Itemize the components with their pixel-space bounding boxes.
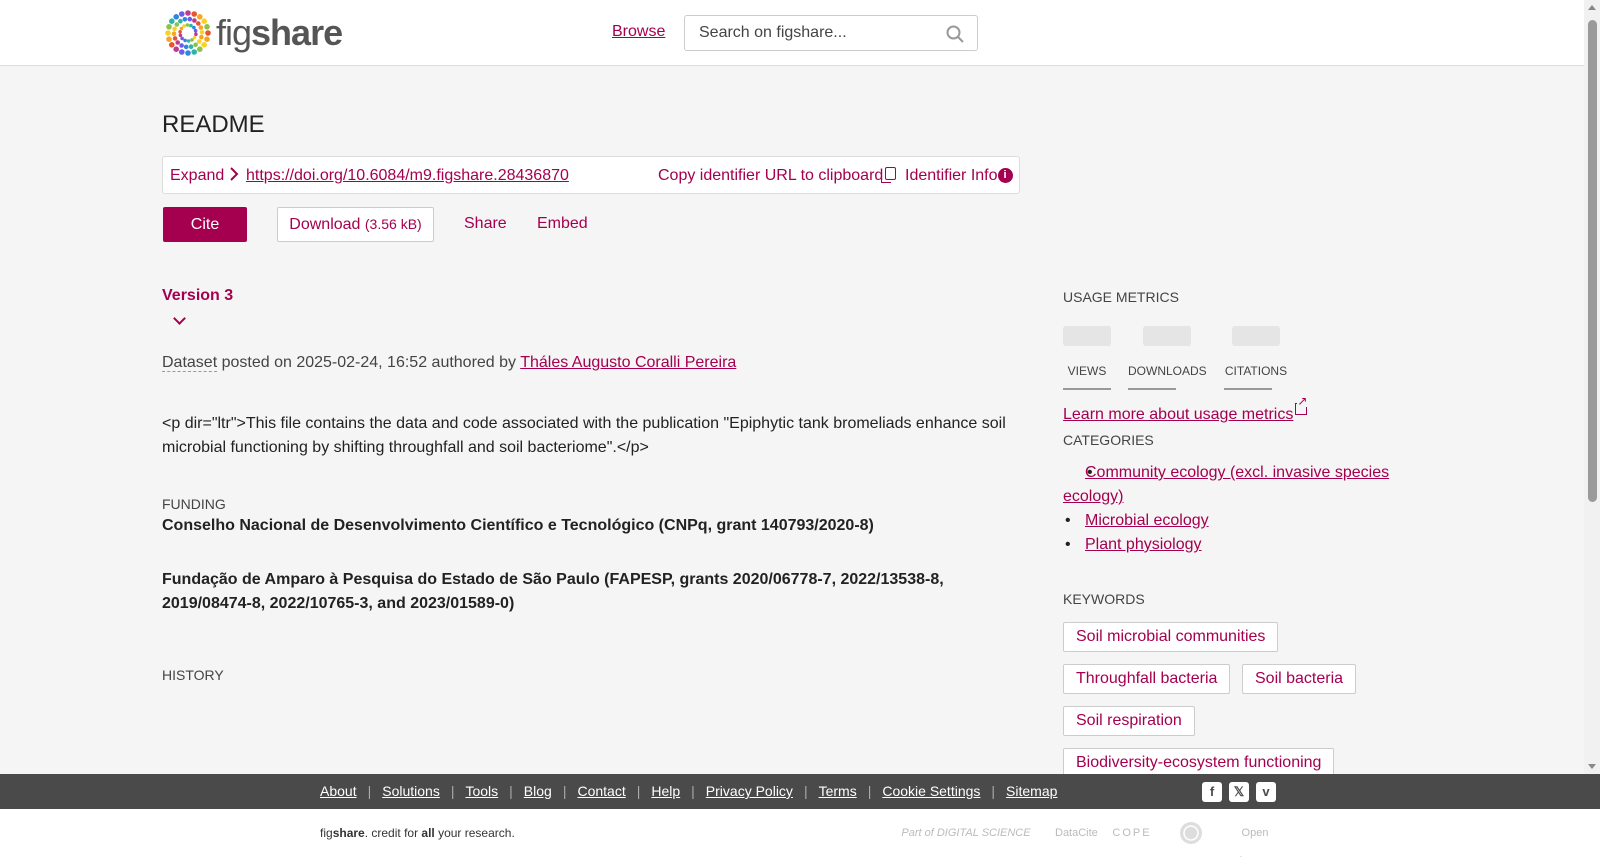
identifier-bar: Expand https://doi.org/10.6084/m9.figsha… bbox=[162, 156, 1020, 194]
footer-link-about[interactable]: About bbox=[320, 783, 357, 799]
metric-value-placeholder bbox=[1063, 326, 1111, 346]
metric-value-placeholder bbox=[1143, 326, 1191, 346]
metric-label: VIEWS bbox=[1067, 364, 1107, 378]
logo-wordmark: figshare bbox=[216, 12, 343, 53]
usage-metrics-heading: USAGE METRICS bbox=[1063, 289, 1179, 305]
list-item: Microbial ecology bbox=[1063, 509, 1403, 533]
scroll-thumb[interactable] bbox=[1588, 20, 1597, 502]
list-item: Plant physiology bbox=[1063, 533, 1403, 557]
footer-link-blog[interactable]: Blog bbox=[524, 783, 552, 799]
identifier-info-button[interactable]: Identifier Info i bbox=[905, 167, 1013, 185]
download-size: (3.56 kB) bbox=[364, 215, 422, 232]
metric-underline bbox=[1128, 388, 1176, 390]
footer-link-terms[interactable]: Terms bbox=[819, 783, 857, 799]
vimeo-icon[interactable]: v bbox=[1256, 782, 1276, 802]
search-input[interactable] bbox=[699, 24, 929, 42]
footer-link-privacy[interactable]: Privacy Policy bbox=[706, 783, 793, 799]
item-type[interactable]: Dataset bbox=[162, 354, 218, 372]
metric-value-placeholder bbox=[1232, 326, 1280, 346]
categories-heading: CATEGORIES bbox=[1063, 432, 1154, 448]
separator: | bbox=[803, 783, 808, 799]
category-link[interactable]: Plant physiology bbox=[1085, 536, 1202, 553]
scroll-down-arrow-icon[interactable] bbox=[1588, 764, 1596, 769]
share-button[interactable]: Share bbox=[464, 215, 507, 233]
keyword-tag[interactable]: Soil microbial communities bbox=[1063, 622, 1279, 652]
funding-item: Conselho Nacional de Desenvolvimento Cie… bbox=[162, 517, 874, 534]
page-scrollbar[interactable] bbox=[1584, 0, 1600, 774]
separator: | bbox=[450, 783, 455, 799]
footer-link-cookie-settings[interactable]: Cookie Settings bbox=[882, 783, 980, 799]
figshare-logo[interactable]: figshare bbox=[162, 7, 343, 59]
seal-icon bbox=[1180, 822, 1202, 844]
footer-credit-bar: figshare. credit for all your research. … bbox=[0, 809, 1600, 857]
list-item: Community ecology (excl. invasive specie… bbox=[1063, 461, 1403, 509]
posted-text: posted on 2025-02-24, 16:52 authored by bbox=[221, 354, 517, 371]
separator: | bbox=[562, 783, 567, 799]
doi-link[interactable]: https://doi.org/10.6084/m9.figshare.2843… bbox=[246, 167, 569, 185]
footer-credit: figshare. credit for all your research. bbox=[320, 826, 515, 840]
site-footer: About | Solutions | Tools | Blog | Contact | … bbox=[0, 774, 1600, 857]
keyword-tag[interactable]: Throughfall bacteria bbox=[1063, 664, 1231, 694]
separator: | bbox=[867, 783, 872, 799]
digital-science-logo[interactable]: Part of DIGITAL SCIENCE bbox=[896, 819, 1036, 847]
expand-button[interactable]: Expand bbox=[170, 167, 239, 185]
metric-underline bbox=[1224, 388, 1272, 390]
chevron-right-icon bbox=[230, 167, 239, 181]
keyword-tag[interactable]: Soil bacteria bbox=[1242, 664, 1357, 694]
metric-underline bbox=[1063, 388, 1111, 390]
cite-button[interactable]: Cite bbox=[163, 207, 247, 242]
cope-logo[interactable]: COPE bbox=[1110, 819, 1154, 847]
search-box[interactable] bbox=[684, 15, 978, 51]
chevron-down-icon[interactable] bbox=[173, 312, 186, 325]
embed-button[interactable]: Embed bbox=[537, 215, 588, 233]
version-selector[interactable]: Version 3 bbox=[162, 287, 233, 305]
categories-list: Community ecology (excl. invasive specie… bbox=[1063, 461, 1403, 557]
separator: | bbox=[991, 783, 996, 799]
separator: | bbox=[636, 783, 641, 799]
copy-identifier-button[interactable]: Copy identifier URL to clipboard bbox=[658, 167, 897, 185]
item-description: <p dir="ltr">This file contains the data… bbox=[162, 415, 1006, 456]
seal-logo[interactable] bbox=[1178, 819, 1204, 847]
history-heading: HISTORY bbox=[162, 667, 224, 683]
x-icon[interactable]: 𝕏 bbox=[1229, 782, 1249, 802]
metric-label: DOWNLOADS bbox=[1128, 364, 1207, 378]
page-title: README bbox=[162, 111, 265, 138]
learn-more-usage-link[interactable]: Learn more about usage metrics bbox=[1063, 395, 1308, 424]
separator: | bbox=[509, 783, 513, 799]
separator: | bbox=[691, 783, 695, 799]
figshare-logo-mark bbox=[165, 10, 211, 56]
funding-heading: FUNDING bbox=[162, 496, 226, 512]
footer-link-solutions[interactable]: Solutions bbox=[382, 783, 440, 799]
footer-link-sitemap[interactable]: Sitemap bbox=[1006, 783, 1057, 799]
metric-citations[interactable]: CITATIONS bbox=[1224, 326, 1288, 390]
category-link[interactable]: Community ecology (excl. invasive specie… bbox=[1063, 464, 1389, 505]
footer-nav: About | Solutions | Tools | Blog | Contact | … bbox=[0, 774, 1600, 809]
browse-link[interactable]: Browse bbox=[612, 23, 665, 41]
search-icon[interactable] bbox=[945, 24, 965, 44]
info-icon: i bbox=[997, 168, 1013, 183]
metric-downloads[interactable]: DOWNLOADS bbox=[1128, 326, 1207, 390]
metric-label: CITATIONS bbox=[1224, 364, 1288, 378]
footer-link-contact[interactable]: Contact bbox=[577, 783, 625, 799]
author-link[interactable]: Tháles Augusto Coralli Pereira bbox=[520, 354, 736, 371]
footer-link-tools[interactable]: Tools bbox=[465, 783, 498, 799]
scroll-up-arrow-icon[interactable] bbox=[1588, 5, 1596, 10]
site-header: figshare Browse bbox=[0, 0, 1584, 66]
funding-item: Fundação de Amparo à Pesquisa do Estado … bbox=[162, 571, 944, 612]
external-link-icon bbox=[1295, 395, 1308, 415]
open-access-logo[interactable]: Open Access bbox=[1228, 819, 1282, 857]
metric-views[interactable]: VIEWS bbox=[1063, 326, 1111, 390]
posted-info: Dataset posted on 2025-02-24, 16:52 auth… bbox=[162, 354, 736, 372]
facebook-icon[interactable]: f bbox=[1202, 782, 1222, 802]
separator: | bbox=[367, 783, 372, 799]
copy-icon bbox=[881, 167, 897, 183]
keyword-tag[interactable]: Soil respiration bbox=[1063, 706, 1195, 736]
download-button[interactable]: Download (3.56 kB) bbox=[277, 207, 434, 242]
datacite-logo[interactable]: DataCite bbox=[1055, 819, 1098, 847]
footer-link-help[interactable]: Help bbox=[651, 783, 680, 799]
category-link[interactable]: Microbial ecology bbox=[1085, 512, 1209, 529]
keywords-heading: KEYWORDS bbox=[1063, 591, 1145, 607]
footer-links: About | Solutions | Tools | Blog | Contact | … bbox=[320, 783, 1057, 799]
